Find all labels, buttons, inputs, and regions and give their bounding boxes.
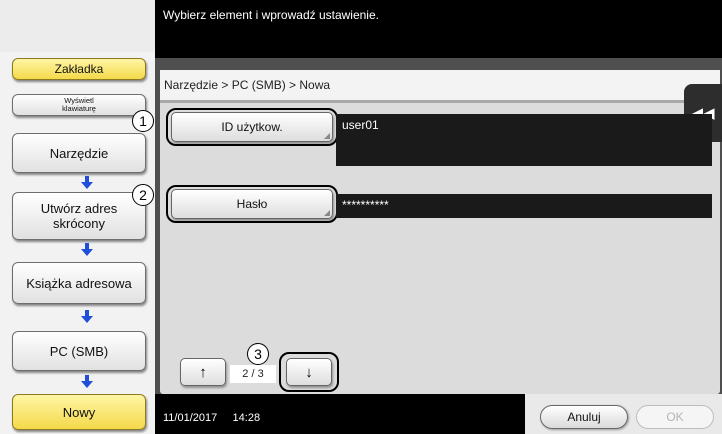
arrow-down-icon <box>81 176 93 189</box>
sidebar-item-label: Nowy <box>62 404 96 420</box>
cancel-button[interactable]: Anuluj <box>540 405 628 429</box>
left-panel-header <box>0 0 155 52</box>
sidebar-item-label: Narzędzie <box>49 145 109 161</box>
ok-button[interactable]: OK <box>636 405 714 429</box>
breadcrumb-divider <box>160 100 720 103</box>
breadcrumb: Narzędzie > PC (SMB) > Nowa <box>160 70 720 100</box>
arrow-up-icon: ↑ <box>199 363 207 381</box>
sidebar-item-utworz-adres[interactable]: Utwórz adres skrócony <box>12 192 146 240</box>
date-text: 11/01/2017 <box>163 412 218 424</box>
password-text: ********** <box>342 198 389 212</box>
callout-number-1: 1 <box>132 110 154 132</box>
password-value[interactable]: ********** <box>336 194 712 218</box>
arrow-down-icon <box>81 375 93 388</box>
datetime: 11/01/2017 14:28 <box>163 412 260 424</box>
arrow-down-icon: ↓ <box>305 363 313 381</box>
corner-indicator-icon <box>324 210 330 216</box>
sidebar-item-ksiazka-adresowa[interactable]: Książka adresowa <box>12 262 146 304</box>
password-button[interactable]: Hasło <box>171 189 333 219</box>
arrow-down-icon <box>81 243 93 256</box>
tab-button[interactable]: Zakładka <box>12 58 146 80</box>
show-keyboard-label-line2: klawiaturę <box>62 104 96 113</box>
page-total: 3 <box>257 368 264 380</box>
arrow-down-icon <box>81 310 93 323</box>
sidebar-item-narzedzie[interactable]: Narzędzie <box>12 133 146 173</box>
sidebar-item-pc-smb[interactable]: PC (SMB) <box>12 331 146 371</box>
page-indicator: 2 / 3 <box>230 365 276 383</box>
user-id-value[interactable]: user01 <box>336 114 712 166</box>
page-down-button[interactable]: ↓ <box>286 358 332 386</box>
user-id-button[interactable]: ID użytkow. <box>171 112 333 142</box>
page-up-button[interactable]: ↑ <box>180 358 226 386</box>
sidebar-item-nowy[interactable]: Nowy <box>12 394 146 430</box>
callout-number-2: 2 <box>132 184 154 206</box>
password-label: Hasło <box>236 197 268 211</box>
sidebar-item-label: PC (SMB) <box>49 343 109 359</box>
user-id-text: user01 <box>342 118 379 132</box>
page-current: 2 <box>242 368 249 380</box>
time-text: 14:28 <box>232 412 261 424</box>
page-separator: / <box>251 368 255 380</box>
callout-number-3: 3 <box>247 343 269 365</box>
show-keyboard-button[interactable]: Wyświetl klawiaturę <box>12 94 146 116</box>
sidebar-item-label: Książka adresowa <box>26 275 132 291</box>
ok-label: OK <box>666 410 684 424</box>
sidebar-item-label: Utwórz adres skrócony <box>40 201 118 231</box>
user-id-label: ID użytkow. <box>221 120 283 134</box>
corner-indicator-icon <box>324 133 330 139</box>
tab-button-label: Zakładka <box>54 61 104 76</box>
cancel-label: Anuluj <box>567 410 601 424</box>
instruction-message: Wybierz element i wprowadź ustawienie. <box>163 8 379 22</box>
